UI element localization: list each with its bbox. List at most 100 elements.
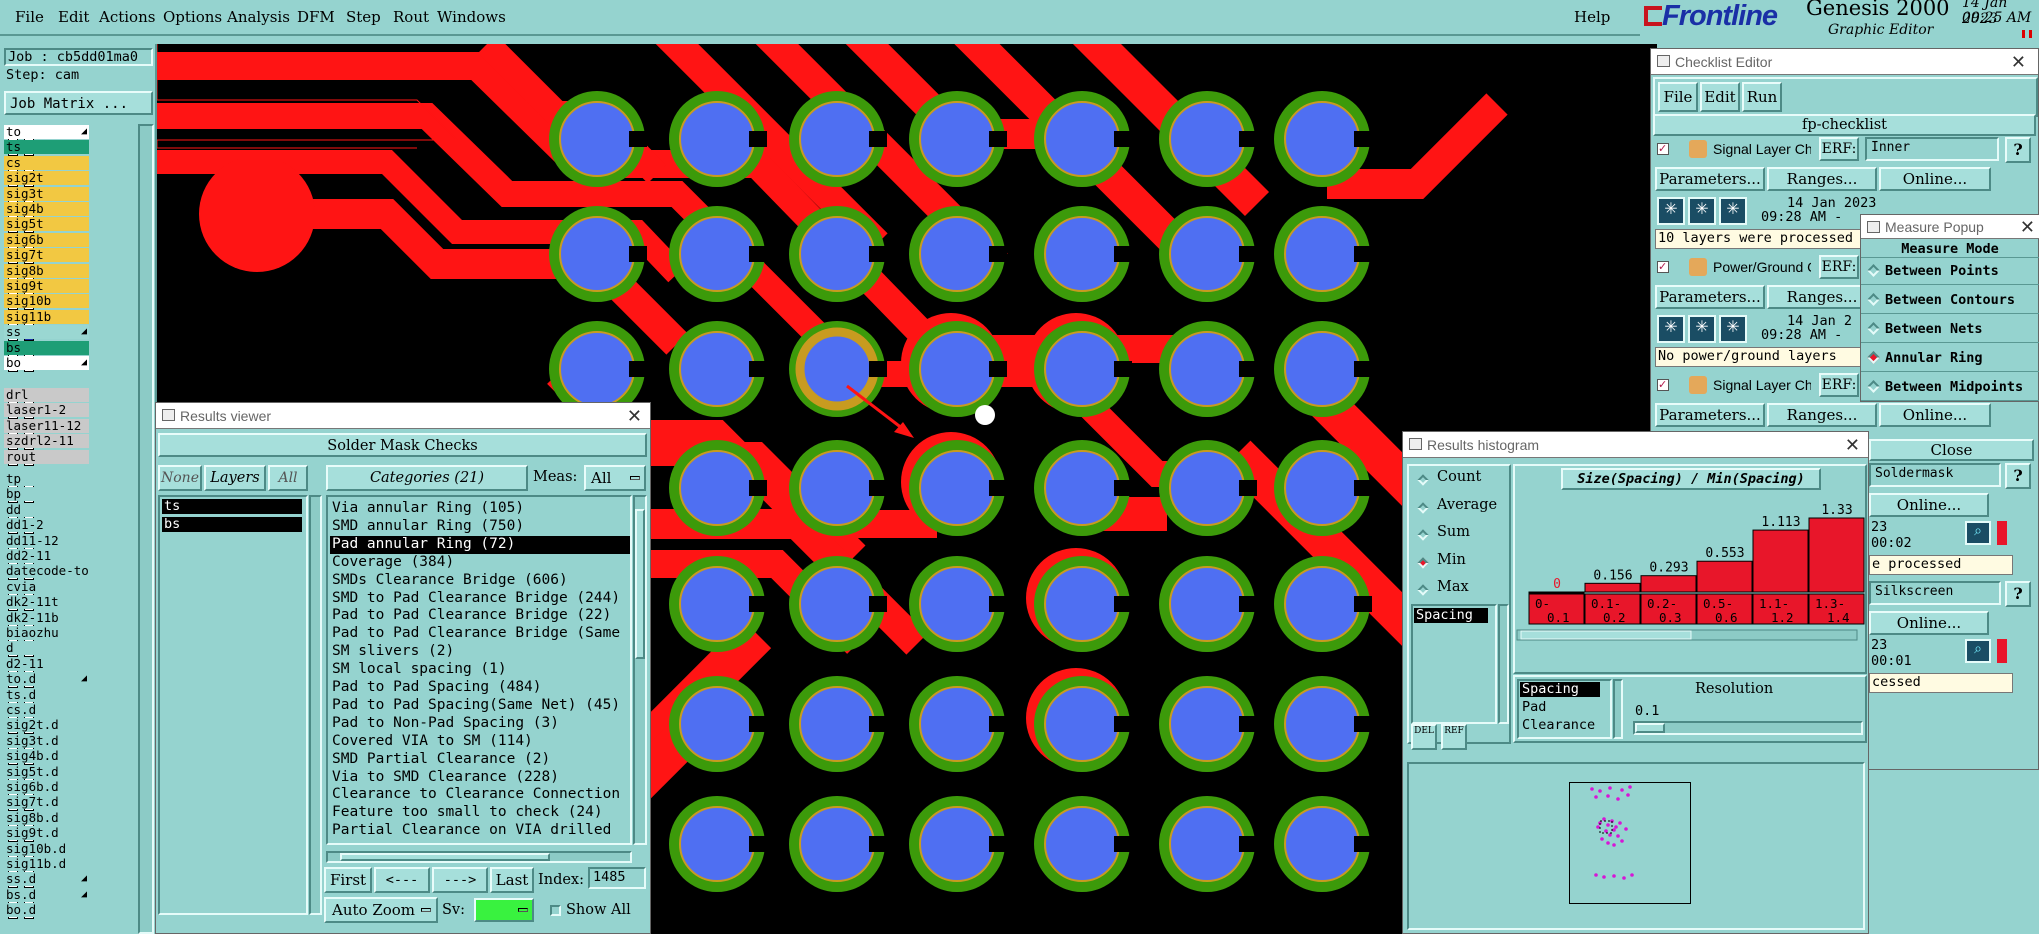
layer-row[interactable]: sig6b.d [4, 780, 134, 796]
layer-row[interactable]: dd11-12 [4, 533, 134, 550]
measure-option[interactable]: Between Midpoints [1861, 375, 2039, 401]
histogram-list-scrollbar[interactable] [1498, 604, 1509, 724]
layer-item-ts[interactable]: ts [162, 499, 302, 514]
layer-row[interactable]: to.d ◢ [4, 672, 134, 689]
layer-row[interactable]: dk2-11t [4, 595, 134, 612]
histogram-radio-icon[interactable] [1417, 584, 1429, 596]
row-checkbox[interactable]: ✓ [1657, 143, 1669, 155]
checklist-menu-run[interactable]: Run [1742, 82, 1782, 112]
erf-field[interactable]: Soldermask [1869, 463, 2001, 487]
sort-item-pad[interactable]: Pad [1522, 699, 1546, 715]
close-icon[interactable]: ✕ [627, 403, 642, 429]
help-button[interactable]: ? [2005, 463, 2031, 489]
show-all-checkbox[interactable] [550, 905, 561, 916]
layer-row[interactable]: bp [4, 487, 134, 504]
category-item[interactable]: Covered VIA to SM (114) [330, 733, 630, 751]
histogram-hscroll-thumb[interactable] [1520, 630, 1692, 640]
histogram-radio-icon[interactable] [1417, 556, 1429, 569]
zoom-result-icon[interactable]: ⌕ [1965, 521, 1991, 545]
layer-row[interactable]: biaozhu [4, 626, 134, 642]
menu-actions[interactable]: Actions [99, 8, 155, 26]
online-button[interactable]: Online... [1879, 403, 1991, 427]
close-icon[interactable]: ✕ [2020, 215, 2035, 239]
histogram-option-label[interactable]: Min [1437, 552, 1466, 568]
layer-row[interactable]: to ◢ [4, 125, 134, 141]
layer-row[interactable]: bo.d [4, 903, 134, 920]
help-button[interactable]: ? [2005, 137, 2031, 163]
layer-row[interactable]: cs.d [4, 703, 134, 719]
checklist-menu-edit[interactable]: Edit [1700, 82, 1740, 112]
menu-dfm[interactable]: DFM [297, 8, 335, 26]
sv-color-dropdown[interactable] [474, 898, 534, 922]
layer-row[interactable]: dk2-11b [4, 610, 134, 627]
checklist-menu-file[interactable]: File [1658, 82, 1698, 112]
layer-row[interactable]: sig3t [4, 186, 134, 203]
job-matrix-button[interactable]: Job Matrix ... [4, 91, 153, 115]
layer-row[interactable]: sig7t [4, 248, 134, 265]
first-button[interactable]: First [324, 867, 372, 893]
run-icon[interactable]: ✳ [1719, 315, 1747, 343]
index-field[interactable]: 1485 [588, 867, 646, 889]
layer-row[interactable]: sig8b.d [4, 810, 134, 827]
parameters-button[interactable]: Parameters... [1655, 167, 1765, 191]
category-item[interactable]: Pad to Pad Spacing (484) [330, 679, 630, 697]
layer-row[interactable]: sig11b [4, 309, 134, 326]
category-item[interactable]: Partial Clearance on VIA drilled [330, 822, 630, 840]
measure-option[interactable]: Annular Ring [1861, 346, 2039, 372]
layer-row[interactable]: tp [4, 472, 134, 488]
histogram-option-label[interactable]: Average [1437, 497, 1497, 513]
layer-row[interactable]: sig2t.d [4, 718, 134, 735]
histogram-radio-icon[interactable] [1417, 501, 1429, 514]
meas-dropdown[interactable]: All [584, 465, 646, 491]
layer-item-bs[interactable]: bs [162, 517, 302, 532]
menu-analysis[interactable]: Analysis [227, 8, 290, 26]
histogram-option-label[interactable]: Count [1437, 469, 1481, 485]
measure-option[interactable]: Between Points [1861, 259, 2039, 285]
all-button[interactable]: All [268, 465, 308, 491]
zoom-dropdown[interactable]: Auto Zoom [324, 897, 438, 923]
layer-row[interactable]: sig4b.d [4, 749, 134, 766]
ranges-button[interactable]: Ranges... [1767, 403, 1877, 427]
run-icon[interactable]: ✳ [1657, 197, 1685, 225]
sort-item-spacing[interactable]: Spacing [1520, 682, 1600, 697]
histogram-radio-icon[interactable] [1417, 529, 1429, 541]
layer-row[interactable]: sig10b.d [4, 841, 134, 858]
category-item[interactable]: SM local spacing (1) [330, 661, 630, 679]
measure-option[interactable]: Between Nets [1861, 317, 2039, 343]
resolution-slider[interactable] [1633, 721, 1863, 735]
layer-row[interactable]: sig7t.d [4, 795, 134, 812]
category-item[interactable]: SMD annular Ring (750) [330, 518, 630, 536]
close-icon[interactable]: ✕ [1845, 432, 1860, 458]
run-icon[interactable]: ✳ [1719, 197, 1747, 225]
category-scrollbar[interactable] [633, 495, 647, 845]
erf-button[interactable]: ERF: [1819, 255, 1859, 279]
category-item[interactable]: Pad to Pad Clearance Bridge (Same [330, 625, 630, 643]
layer-row[interactable]: sig9t [4, 279, 134, 295]
row-checkbox[interactable]: ✓ [1657, 261, 1669, 273]
help-button[interactable]: ? [2005, 581, 2031, 607]
layer-row[interactable]: sig4b [4, 202, 134, 218]
run-icon[interactable]: ✳ [1688, 197, 1716, 225]
layers-button[interactable]: Layers [204, 465, 266, 491]
category-item[interactable]: Coverage (384) [330, 554, 630, 572]
layer-row[interactable]: bo ◢ [4, 356, 134, 372]
category-item[interactable]: Via annular Ring (105) [330, 500, 630, 518]
category-item[interactable]: Pad to Pad Spacing(Same Net) (45) [330, 697, 630, 715]
erf-button[interactable]: ERF: [1819, 373, 1859, 397]
layer-row[interactable]: ss.d ◢ [4, 872, 134, 889]
layer-row[interactable]: sig10b [4, 294, 134, 311]
layer-row[interactable]: dd2-11 [4, 549, 134, 565]
layer-row[interactable]: datecode-to [4, 564, 134, 581]
checklist-close-button[interactable]: Close [1869, 439, 2034, 461]
layer-row[interactable]: sig11b.d [4, 857, 134, 873]
erf-button[interactable]: ERF: [1819, 137, 1859, 161]
next-button[interactable]: ---> [432, 867, 488, 893]
layer-row[interactable]: ts [4, 140, 134, 157]
parameters-button[interactable]: Parameters... [1655, 285, 1765, 309]
online-button[interactable]: Online... [1879, 167, 1991, 191]
menu-file[interactable]: File [15, 8, 44, 26]
menu-options[interactable]: Options [163, 8, 222, 26]
menu-windows[interactable]: Windows [437, 8, 506, 26]
zoom-result-icon[interactable]: ⌕ [1965, 639, 1991, 663]
category-item[interactable]: Via to SMD Clearance (228) [330, 769, 630, 787]
